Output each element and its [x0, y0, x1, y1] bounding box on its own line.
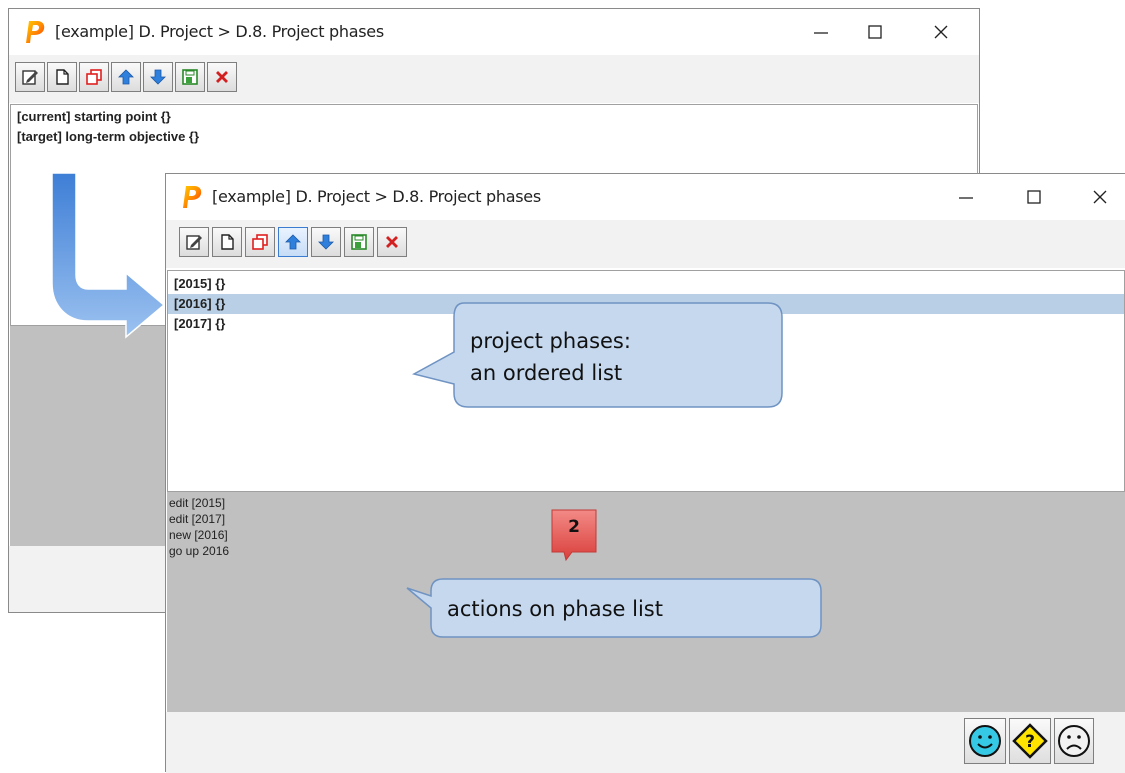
window-title: [example] D. Project > D.8. Project phas… — [212, 187, 541, 206]
transition-arrow-icon — [51, 172, 166, 339]
edit-icon — [186, 235, 202, 250]
question-icon: ? — [1012, 723, 1048, 759]
minimize-button[interactable] — [801, 17, 841, 47]
save-button[interactable] — [175, 62, 205, 92]
toolbar — [9, 55, 979, 103]
list-item[interactable]: [current] starting point {} — [11, 107, 977, 127]
maximize-button[interactable] — [855, 17, 895, 47]
callout-line: an ordered list — [470, 361, 623, 385]
move-up-button[interactable] — [278, 227, 308, 257]
sad-button[interactable] — [1054, 718, 1094, 764]
list-item[interactable]: [2015] {} — [168, 274, 1124, 294]
app-logo-icon — [26, 21, 45, 43]
maximize-button[interactable] — [1014, 182, 1054, 212]
action-item: edit [2017] — [169, 512, 226, 526]
new-button[interactable] — [212, 227, 242, 257]
new-document-icon — [221, 234, 234, 250]
happy-button[interactable] — [964, 718, 1006, 764]
edit-icon — [22, 70, 38, 85]
move-up-icon — [285, 234, 301, 250]
maximize-icon — [868, 25, 882, 39]
maximize-icon — [1027, 190, 1041, 204]
action-item: go up 2016 — [169, 544, 230, 558]
close-button[interactable] — [1080, 182, 1120, 212]
minimize-icon — [814, 32, 828, 34]
toolbar — [166, 220, 1125, 268]
save-icon — [182, 69, 198, 85]
happy-face-icon — [969, 725, 1001, 757]
callout-line: project phases: — [470, 329, 631, 353]
close-icon — [934, 25, 948, 39]
edit-button[interactable] — [15, 62, 45, 92]
close-button[interactable] — [921, 17, 961, 47]
move-down-button[interactable] — [311, 227, 341, 257]
delete-button[interactable] — [207, 62, 237, 92]
copy-icon — [252, 234, 268, 250]
new-document-icon — [56, 69, 69, 85]
sad-face-icon — [1058, 725, 1090, 757]
move-down-button[interactable] — [143, 62, 173, 92]
move-down-icon — [318, 234, 334, 250]
feedback-bar: ? — [166, 712, 1125, 773]
phases-callout: project phases: an ordered list — [470, 325, 631, 389]
actions-callout: actions on phase list — [447, 597, 663, 621]
copy-icon — [86, 69, 102, 85]
close-icon — [1093, 190, 1107, 204]
action-item: edit [2015] — [169, 496, 226, 510]
title-bar: [example] D. Project > D.8. Project phas… — [166, 174, 1125, 220]
front-window: [example] D. Project > D.8. Project phas… — [165, 173, 1125, 773]
move-up-button[interactable] — [111, 62, 141, 92]
delete-icon — [386, 236, 398, 248]
move-up-icon — [118, 69, 134, 85]
new-button[interactable] — [47, 62, 77, 92]
actions-log: edit [2015] edit [2017] new [2016] go up… — [169, 495, 229, 559]
action-item: new [2016] — [169, 528, 228, 542]
edit-button[interactable] — [179, 227, 209, 257]
delete-icon — [216, 71, 228, 83]
question-button[interactable]: ? — [1009, 718, 1051, 764]
save-button[interactable] — [344, 227, 374, 257]
app-logo-icon — [183, 186, 202, 208]
copy-button[interactable] — [79, 62, 109, 92]
step-badge: 2 — [568, 517, 580, 537]
window-title: [example] D. Project > D.8. Project phas… — [55, 22, 384, 41]
move-down-icon — [150, 69, 166, 85]
save-icon — [351, 234, 367, 250]
list-item[interactable]: [target] long-term objective {} — [11, 127, 977, 147]
minimize-button[interactable] — [946, 182, 986, 212]
title-bar: [example] D. Project > D.8. Project phas… — [9, 9, 979, 55]
minimize-icon — [959, 197, 973, 199]
delete-button[interactable] — [377, 227, 407, 257]
copy-button[interactable] — [245, 227, 275, 257]
svg-text:?: ? — [1025, 732, 1035, 752]
